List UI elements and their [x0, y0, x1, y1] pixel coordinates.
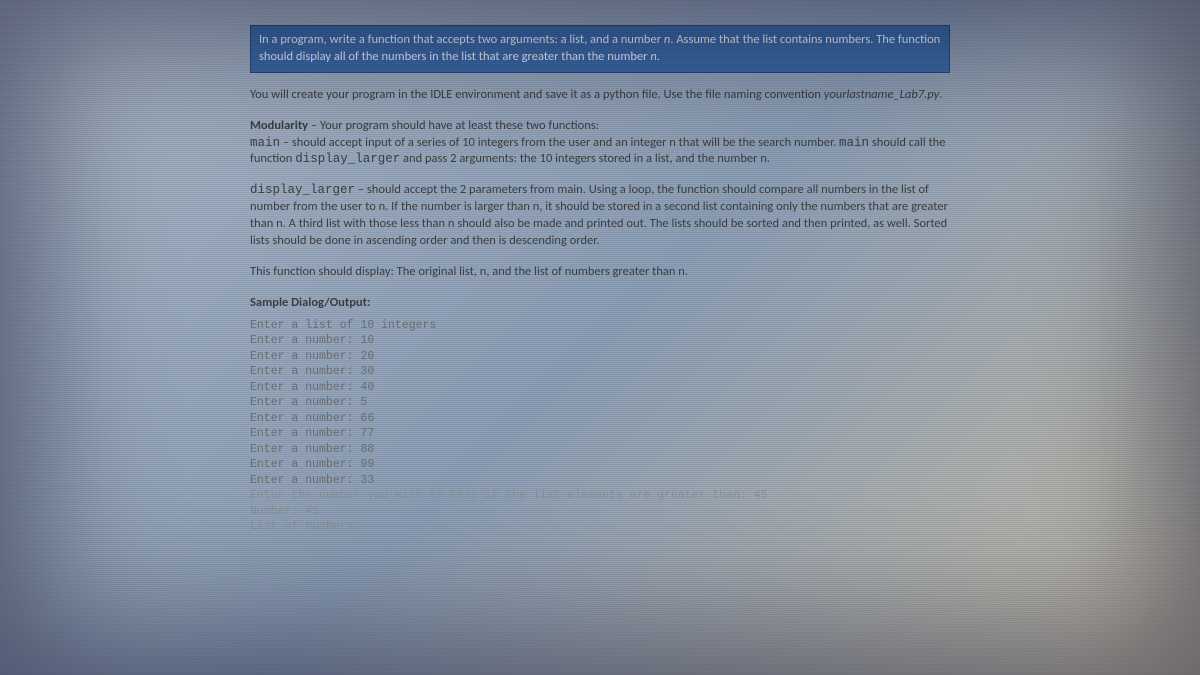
sample-line: Enter a number: 10	[250, 334, 374, 347]
sample-output-block: Enter a list of 10 integers Enter a numb…	[250, 318, 950, 535]
sample-line: Enter a number: 33	[250, 474, 374, 487]
sample-line: Enter a number: 5	[250, 396, 367, 409]
should-display-text: This function should display: The origin…	[250, 264, 688, 279]
problem-text-c: .	[657, 49, 660, 64]
display-larger-desc: – should accept the 2 parameters from ma…	[250, 182, 948, 248]
sample-line: List of numbers:	[250, 520, 360, 533]
modularity-section: Modularity – Your program should have at…	[250, 118, 950, 169]
main-keyword: main	[250, 136, 280, 150]
idle-paragraph: You will create your program in the IDLE…	[250, 87, 950, 104]
should-display-line: This function should display: The origin…	[250, 264, 950, 281]
sample-line: Enter a number: 77	[250, 427, 374, 440]
sample-line: Enter a number: 99	[250, 458, 374, 471]
display-larger-keyword: display_larger	[295, 152, 400, 166]
main-desc-a: – should accept input of a series of 10 …	[280, 135, 839, 150]
document-page: In a program, write a function that acce…	[240, 0, 960, 675]
display-larger-section: display_larger – should accept the 2 par…	[250, 182, 950, 250]
idle-text-a: You will create your program in the IDLE…	[250, 87, 824, 102]
modularity-heading: Modularity	[250, 118, 308, 133]
idle-text-b: .	[939, 87, 942, 102]
sample-line: Enter a number: 88	[250, 443, 374, 456]
modularity-lead: – Your program should have at least thes…	[308, 118, 599, 133]
main-desc-c: and pass 2 arguments: the 10 integers st…	[400, 151, 770, 166]
sample-output-heading: Sample Dialog/Output:	[250, 295, 950, 312]
sample-line: Enter a number: 30	[250, 365, 374, 378]
sample-line: Enter a number: 66	[250, 412, 374, 425]
sample-line: Enter the number you wish to test if the…	[250, 489, 768, 502]
problem-text-a: In a program, write a function that acce…	[259, 32, 664, 47]
sample-line: Enter a list of 10 integers	[250, 319, 436, 332]
problem-statement-box: In a program, write a function that acce…	[250, 25, 950, 73]
sample-line: Number: 45	[250, 505, 319, 518]
main-keyword-2: main	[839, 136, 869, 150]
display-larger-keyword-2: display_larger	[250, 183, 355, 197]
sample-line: Enter a number: 40	[250, 381, 374, 394]
sample-line: Enter a number: 20	[250, 350, 374, 363]
filename-convention: yourlastname_Lab7.py	[824, 87, 939, 102]
